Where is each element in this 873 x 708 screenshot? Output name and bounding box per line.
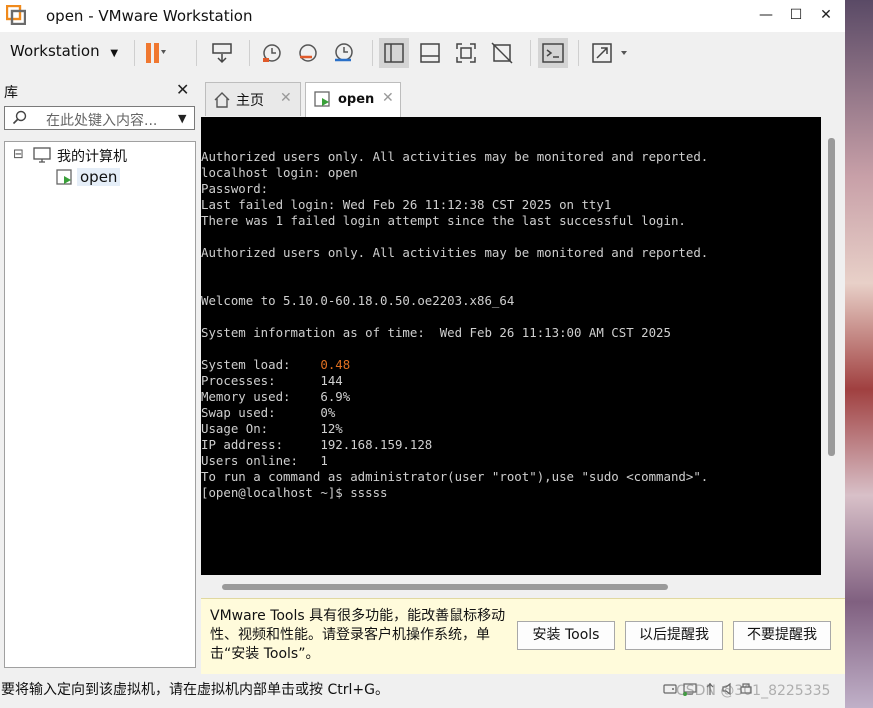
- close-icon[interactable]: ✕: [382, 90, 394, 106]
- maximize-icon: ☐: [789, 7, 803, 23]
- terminal-line: Processes: 144: [201, 373, 343, 388]
- terminal-line: Authorized users only. All activities ma…: [201, 245, 709, 260]
- tab-open[interactable]: open ✕: [305, 82, 401, 117]
- terminal-line: [open@localhost ~]$ sssss: [201, 485, 388, 500]
- terminal-line: To run a command as administrator(user "…: [201, 469, 709, 484]
- chevron-down-icon[interactable]: ▼: [178, 112, 186, 125]
- toolbar-divider: [372, 40, 373, 66]
- minimize-icon: —: [759, 7, 773, 23]
- tree-item-my-computer[interactable]: 我的计算机: [57, 146, 127, 166]
- snapshot-manager-icon[interactable]: [329, 38, 359, 68]
- terminal-line: System information as of time: Wed Feb 2…: [201, 325, 671, 340]
- never-remind-button[interactable]: 不要提醒我: [733, 621, 831, 650]
- close-icon: ✕: [820, 7, 832, 23]
- thumbnail-bar-icon[interactable]: [415, 38, 445, 68]
- home-icon: [214, 92, 230, 108]
- library-tree: [4, 141, 196, 668]
- terminal-line: Swap used: 0%: [201, 405, 336, 420]
- terminal-line: Users online: 1: [201, 453, 328, 468]
- maximize-button[interactable]: ☐: [782, 4, 810, 26]
- revert-snapshot-icon[interactable]: [293, 38, 323, 68]
- desktop-background: [845, 0, 873, 708]
- close-icon[interactable]: ✕: [280, 90, 292, 106]
- stretch-guest-icon[interactable]: [588, 38, 634, 68]
- horizontal-scroll-thumb[interactable]: [222, 584, 668, 590]
- search-icon: [12, 110, 27, 125]
- terminal-line: IP address: 192.168.159.128: [201, 437, 433, 452]
- computer-icon: [33, 147, 51, 163]
- tab-home[interactable]: 主页 ✕: [205, 82, 301, 116]
- terminal-line: Password:: [201, 181, 269, 196]
- terminal-line: There was 1 failed login attempt since t…: [201, 213, 686, 228]
- scrollbar-corner: [821, 575, 845, 597]
- toolbar-divider: [249, 40, 250, 66]
- system-load-value: 0.48: [320, 357, 351, 372]
- tab-home-label: 主页: [236, 93, 264, 109]
- close-icon: ✕: [176, 80, 190, 99]
- console-view-icon[interactable]: [538, 38, 568, 68]
- vmware-app-icon: [6, 5, 26, 25]
- toolbar-divider: [530, 40, 531, 66]
- tree-collapse-toggle[interactable]: ⊟: [13, 147, 24, 162]
- snapshot-icon[interactable]: [257, 38, 287, 68]
- pause-icon[interactable]: [140, 38, 170, 68]
- close-button[interactable]: ✕: [812, 4, 840, 26]
- window-title: open - VMware Workstation: [46, 7, 253, 25]
- full-screen-icon[interactable]: [451, 38, 481, 68]
- terminal-line: Usage On: 12%: [201, 421, 343, 436]
- status-text: 要将输入定向到该虚拟机，请在虚拟机内部单击或按 Ctrl+G。: [1, 682, 389, 698]
- vertical-scroll-thumb[interactable]: [828, 138, 835, 456]
- terminal-line: Authorized users only. All activities ma…: [201, 149, 709, 164]
- toolbar-divider: [134, 40, 135, 66]
- workstation-menu-label: Workstation: [10, 42, 100, 60]
- tree-item-open-vm[interactable]: open: [77, 168, 121, 186]
- library-close-button[interactable]: ✕: [176, 80, 189, 99]
- send-ctrl-alt-del-icon[interactable]: [207, 38, 237, 68]
- terminal-line: Welcome to 5.10.0-60.18.0.50.oe2203.x86_…: [201, 293, 515, 308]
- install-tools-button[interactable]: 安装 Tools: [517, 621, 615, 650]
- tab-open-label: open: [338, 92, 375, 107]
- toolbar-divider: [196, 40, 197, 66]
- vm-running-icon: [56, 169, 72, 185]
- terminal-line: localhost login: open: [201, 165, 358, 180]
- chevron-down-icon: ▼: [110, 48, 119, 59]
- terminal-output: Authorized users only. All activities ma…: [201, 149, 708, 501]
- vm-running-icon: [314, 91, 330, 107]
- search-placeholder: 在此处键入内容...: [46, 113, 158, 129]
- tools-notification-message: VMware Tools 具有很多功能，能改善鼠标移动性、视频和性能。请登录客户…: [210, 608, 506, 662]
- watermark: CSDN @301_8225335: [676, 683, 831, 699]
- unity-mode-icon[interactable]: [487, 38, 517, 68]
- library-title: 库: [4, 85, 18, 101]
- toolbar-divider: [578, 40, 579, 66]
- terminal-line: System load: 0.48: [201, 357, 351, 372]
- show-library-icon[interactable]: [379, 38, 409, 68]
- minimize-button[interactable]: —: [752, 4, 780, 26]
- remind-later-button[interactable]: 以后提醒我: [625, 621, 723, 650]
- terminal-line: Memory used: 6.9%: [201, 389, 351, 404]
- terminal-line: Last failed login: Wed Feb 26 11:12:38 C…: [201, 197, 612, 212]
- workstation-menu[interactable]: Workstation ▼: [10, 42, 118, 60]
